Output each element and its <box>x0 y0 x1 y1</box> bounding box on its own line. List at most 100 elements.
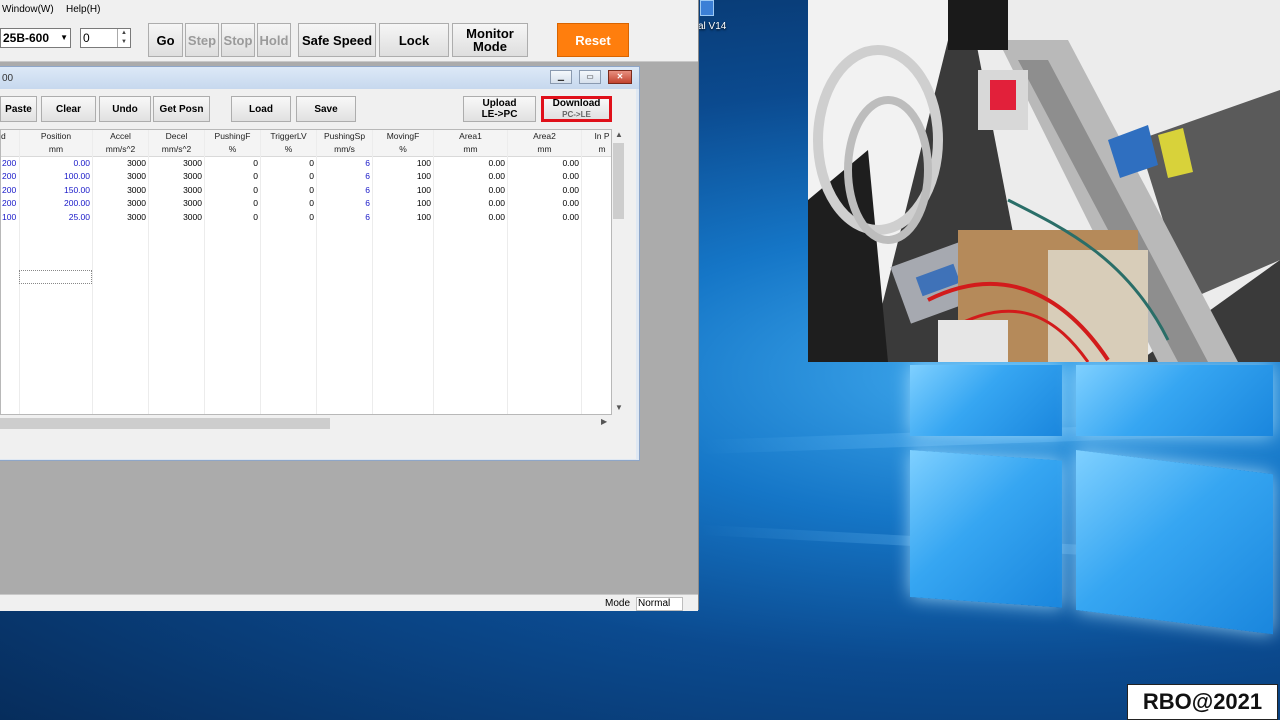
table-row[interactable]: 200 0.00 3000 3000 0 0 6 100 0.00 0.00 <box>1 158 611 171</box>
upload-button[interactable]: Upload LE->PC <box>463 96 536 122</box>
download-button[interactable]: Download PC->LE <box>541 96 612 122</box>
table-cell[interactable]: 150.00 <box>20 185 90 195</box>
table-cell[interactable]: 6 <box>317 198 370 208</box>
table-row[interactable]: 200 100.00 3000 3000 0 0 6 100 0.00 0.00 <box>1 171 611 184</box>
vertical-scroll-thumb[interactable] <box>613 143 624 219</box>
step-number-field[interactable]: 0 ▲ ▼ <box>80 28 131 48</box>
column-header[interactable]: Position <box>20 131 92 141</box>
table-cell[interactable]: 0 <box>261 158 314 168</box>
table-cell[interactable]: 3000 <box>93 212 146 222</box>
table-cell[interactable]: 25.00 <box>20 212 90 222</box>
column-header[interactable]: d <box>1 131 19 141</box>
table-cell[interactable]: 3000 <box>149 158 202 168</box>
desktop-shortcut-icon[interactable] <box>700 0 714 16</box>
column-header[interactable]: Decel <box>149 131 204 141</box>
undo-button[interactable]: Undo <box>99 96 151 122</box>
column-header[interactable]: PushingSp <box>317 131 372 141</box>
table-row[interactable]: 200 150.00 3000 3000 0 0 6 100 0.00 0.00 <box>1 185 611 198</box>
table-cell[interactable]: 200.00 <box>20 198 90 208</box>
table-cell[interactable]: 100.00 <box>20 171 90 181</box>
get-posn-button[interactable]: Get Posn <box>153 96 210 122</box>
clear-button[interactable]: Clear <box>41 96 96 122</box>
table-cell[interactable]: 200 <box>2 185 18 195</box>
column-header[interactable]: PushingF <box>205 131 260 141</box>
table-cell[interactable]: 0.00 <box>508 212 579 222</box>
table-cell[interactable]: 100 <box>373 185 431 195</box>
table-cell[interactable]: 0 <box>205 212 258 222</box>
table-cell[interactable]: 0 <box>261 212 314 222</box>
desktop-shortcut-label[interactable]: al V14 <box>698 21 726 32</box>
close-icon[interactable]: ✕ <box>608 70 632 84</box>
table-cell[interactable]: 3000 <box>149 185 202 195</box>
table-cell[interactable]: 0.00 <box>434 198 505 208</box>
maximize-icon[interactable]: ▭ <box>579 70 601 84</box>
safe-speed-button[interactable]: Safe Speed <box>298 23 376 57</box>
child-title-bar[interactable]: 00 ▁ ▭ ✕ <box>0 67 639 89</box>
monitor-mode-button[interactable]: Monitor Mode <box>452 23 528 57</box>
table-cell[interactable]: 0.00 <box>434 212 505 222</box>
menu-help[interactable]: Help(H) <box>66 4 100 15</box>
horizontal-scroll-thumb[interactable] <box>0 418 330 429</box>
hold-button[interactable]: Hold <box>257 23 291 57</box>
column-header[interactable]: Accel <box>93 131 148 141</box>
table-cell[interactable]: 0 <box>261 171 314 181</box>
lock-button[interactable]: Lock <box>379 23 449 57</box>
reset-button[interactable]: Reset <box>557 23 629 57</box>
table-cell[interactable]: 0.00 <box>20 158 90 168</box>
table-cell[interactable]: 3000 <box>149 212 202 222</box>
scroll-up-icon[interactable]: ▲ <box>615 130 623 139</box>
column-header[interactable]: TriggerLV <box>261 131 316 141</box>
scroll-down-icon[interactable]: ▼ <box>615 403 623 412</box>
table-cell[interactable]: 3000 <box>149 198 202 208</box>
table-row[interactable]: 100 25.00 3000 3000 0 0 6 100 0.00 0.00 <box>1 212 611 225</box>
table-row[interactable]: 200 200.00 3000 3000 0 0 6 100 0.00 0.00 <box>1 198 611 211</box>
table-cell[interactable]: 3000 <box>93 171 146 181</box>
table-cell[interactable]: 100 <box>373 158 431 168</box>
stop-button[interactable]: Stop <box>221 23 255 57</box>
table-cell[interactable]: 0 <box>261 198 314 208</box>
chevron-down-icon[interactable]: ▼ <box>60 29 68 47</box>
column-header[interactable]: Area2 <box>508 131 581 141</box>
table-cell[interactable]: 3000 <box>93 158 146 168</box>
table-cell[interactable]: 0.00 <box>508 158 579 168</box>
table-cell[interactable]: 0.00 <box>508 185 579 195</box>
table-cell[interactable]: 0.00 <box>434 185 505 195</box>
table-cell[interactable]: 0.00 <box>434 171 505 181</box>
column-header[interactable]: Area1 <box>434 131 507 141</box>
menu-window[interactable]: Window(W) <box>2 4 54 15</box>
table-cell[interactable]: 3000 <box>149 171 202 181</box>
table-cell[interactable]: 200 <box>2 171 18 181</box>
table-cell[interactable]: 0.00 <box>434 158 505 168</box>
windows-logo-pane <box>1076 450 1273 635</box>
table-cell[interactable]: 200 <box>2 158 18 168</box>
table-cell[interactable]: 0 <box>261 185 314 195</box>
go-button[interactable]: Go <box>148 23 183 57</box>
minimize-icon[interactable]: ▁ <box>550 70 572 84</box>
table-cell[interactable]: 0.00 <box>508 171 579 181</box>
paste-button[interactable]: Paste <box>0 96 37 122</box>
column-header[interactable]: In P <box>582 131 611 141</box>
table-cell[interactable]: 0 <box>205 171 258 181</box>
scroll-right-icon[interactable]: ▶ <box>601 417 607 426</box>
spinner-arrows-icon[interactable]: ▲ ▼ <box>117 29 130 47</box>
table-cell[interactable]: 100 <box>373 198 431 208</box>
column-header[interactable]: MovingF <box>373 131 433 141</box>
table-cell[interactable]: 100 <box>2 212 18 222</box>
table-cell[interactable]: 100 <box>373 212 431 222</box>
model-select[interactable]: 25B-600 ▼ <box>0 28 71 48</box>
table-cell[interactable]: 200 <box>2 198 18 208</box>
table-cell[interactable]: 6 <box>317 185 370 195</box>
table-cell[interactable]: 0 <box>205 198 258 208</box>
table-cell[interactable]: 0 <box>205 158 258 168</box>
table-cell[interactable]: 3000 <box>93 198 146 208</box>
table-cell[interactable]: 6 <box>317 212 370 222</box>
table-cell[interactable]: 0 <box>205 185 258 195</box>
table-cell[interactable]: 6 <box>317 171 370 181</box>
load-button[interactable]: Load <box>231 96 291 122</box>
step-button[interactable]: Step <box>185 23 219 57</box>
table-cell[interactable]: 6 <box>317 158 370 168</box>
table-cell[interactable]: 0.00 <box>508 198 579 208</box>
table-cell[interactable]: 100 <box>373 171 431 181</box>
save-button[interactable]: Save <box>296 96 356 122</box>
table-cell[interactable]: 3000 <box>93 185 146 195</box>
